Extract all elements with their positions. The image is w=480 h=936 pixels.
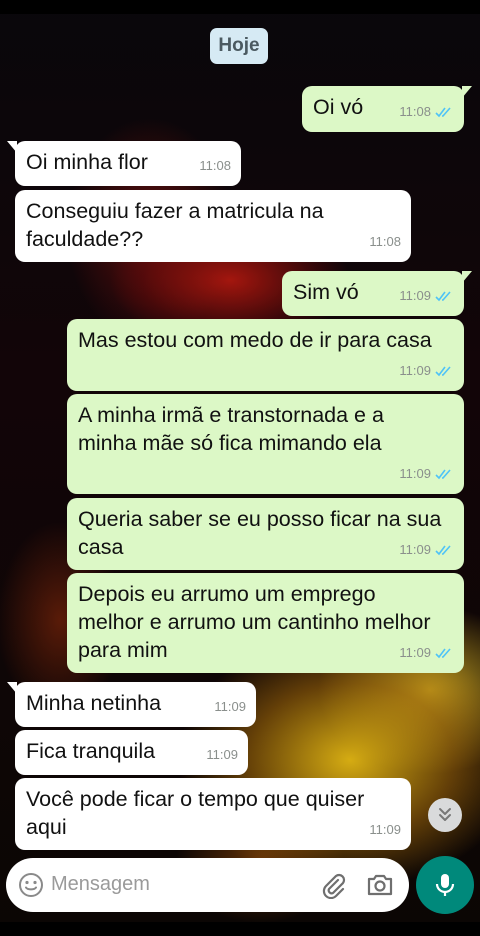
message-meta: 11:09 [399,536,454,564]
message-bubble-outgoing[interactable]: Mas estou com medo de ir para casa 11:09 [67,319,464,391]
date-chip: Hoje [210,28,268,64]
read-ticks-icon [435,365,451,376]
message-time: 11:08 [199,158,231,173]
message-meta: 11:08 [369,228,401,256]
message-text: Depois eu arrumo um emprego melhor e arr… [78,582,431,662]
message-bubble-outgoing[interactable]: Oi vó 11:08 [302,86,472,132]
paperclip-icon[interactable] [319,871,347,899]
message-bubble-incoming[interactable]: Você pode ficar o tempo que quiser aqui … [15,778,411,850]
message-bubble-outgoing[interactable]: A minha irmã e transtornada e a minha mã… [67,394,464,494]
message-text: Queria saber se eu posso ficar na sua ca… [78,507,442,559]
camera-icon[interactable] [366,872,394,898]
bubble-tail [462,271,472,283]
message-text: Você pode ficar o tempo que quiser aqui [26,787,365,839]
message-meta: 11:09 [214,693,246,721]
message-time: 11:09 [399,466,431,481]
read-ticks-icon [435,647,451,658]
message-text: Minha netinha [26,691,162,715]
message-bubble-outgoing[interactable]: Sim vó 11:09 [282,271,472,316]
message-time: 11:09 [369,822,401,837]
navigation-bar [0,922,480,936]
message-bubble-outgoing[interactable]: Depois eu arrumo um emprego melhor e arr… [67,573,464,673]
bubble-tail [7,141,17,153]
message-time: 11:09 [206,747,238,762]
message-meta: 11:09 [399,639,454,667]
bubble-tail [462,86,472,98]
mic-icon [435,874,455,896]
message-time: 11:09 [399,288,431,303]
voice-record-button[interactable] [416,856,474,914]
scroll-to-bottom-button[interactable] [428,798,462,832]
message-time: 11:09 [399,542,431,557]
message-meta: 11:09 [369,816,401,844]
message-input[interactable]: Mensagem [51,873,150,896]
message-meta: 11:08 [399,98,454,126]
read-ticks-icon [435,290,451,301]
message-meta: 11:09 [206,741,238,769]
message-time: 11:09 [399,363,431,378]
message-text: Mas estou com medo de ir para casa [78,328,432,352]
message-time: 11:09 [399,645,431,660]
message-text: A minha irmã e transtornada e a minha mã… [78,403,384,455]
message-time: 11:08 [399,104,431,119]
message-bubble-incoming[interactable]: Oi minha flor 11:08 [7,141,241,186]
read-ticks-icon [435,106,451,117]
message-time: 11:09 [214,699,246,714]
message-bubble-incoming[interactable]: Fica tranquila 11:09 [15,730,248,775]
message-text: Conseguiu fazer a matricula na faculdade… [26,199,324,251]
message-meta: 11:09 [399,357,454,385]
message-bubble-incoming[interactable]: Minha netinha 11:09 [7,682,256,727]
status-bar [0,0,480,14]
emoji-icon[interactable] [18,872,44,898]
message-meta: 11:08 [199,152,231,180]
message-meta: 11:09 [399,460,454,488]
bubble-tail [7,682,17,694]
message-bubble-outgoing[interactable]: Queria saber se eu posso ficar na sua ca… [67,498,464,570]
read-ticks-icon [435,544,451,555]
message-meta: 11:09 [399,282,454,310]
message-time: 11:08 [369,234,401,249]
message-bubble-incoming[interactable]: Conseguiu fazer a matricula na faculdade… [15,190,411,262]
read-ticks-icon [435,468,451,479]
double-chevron-down-icon [439,808,451,821]
message-composer: Mensagem [6,858,409,912]
